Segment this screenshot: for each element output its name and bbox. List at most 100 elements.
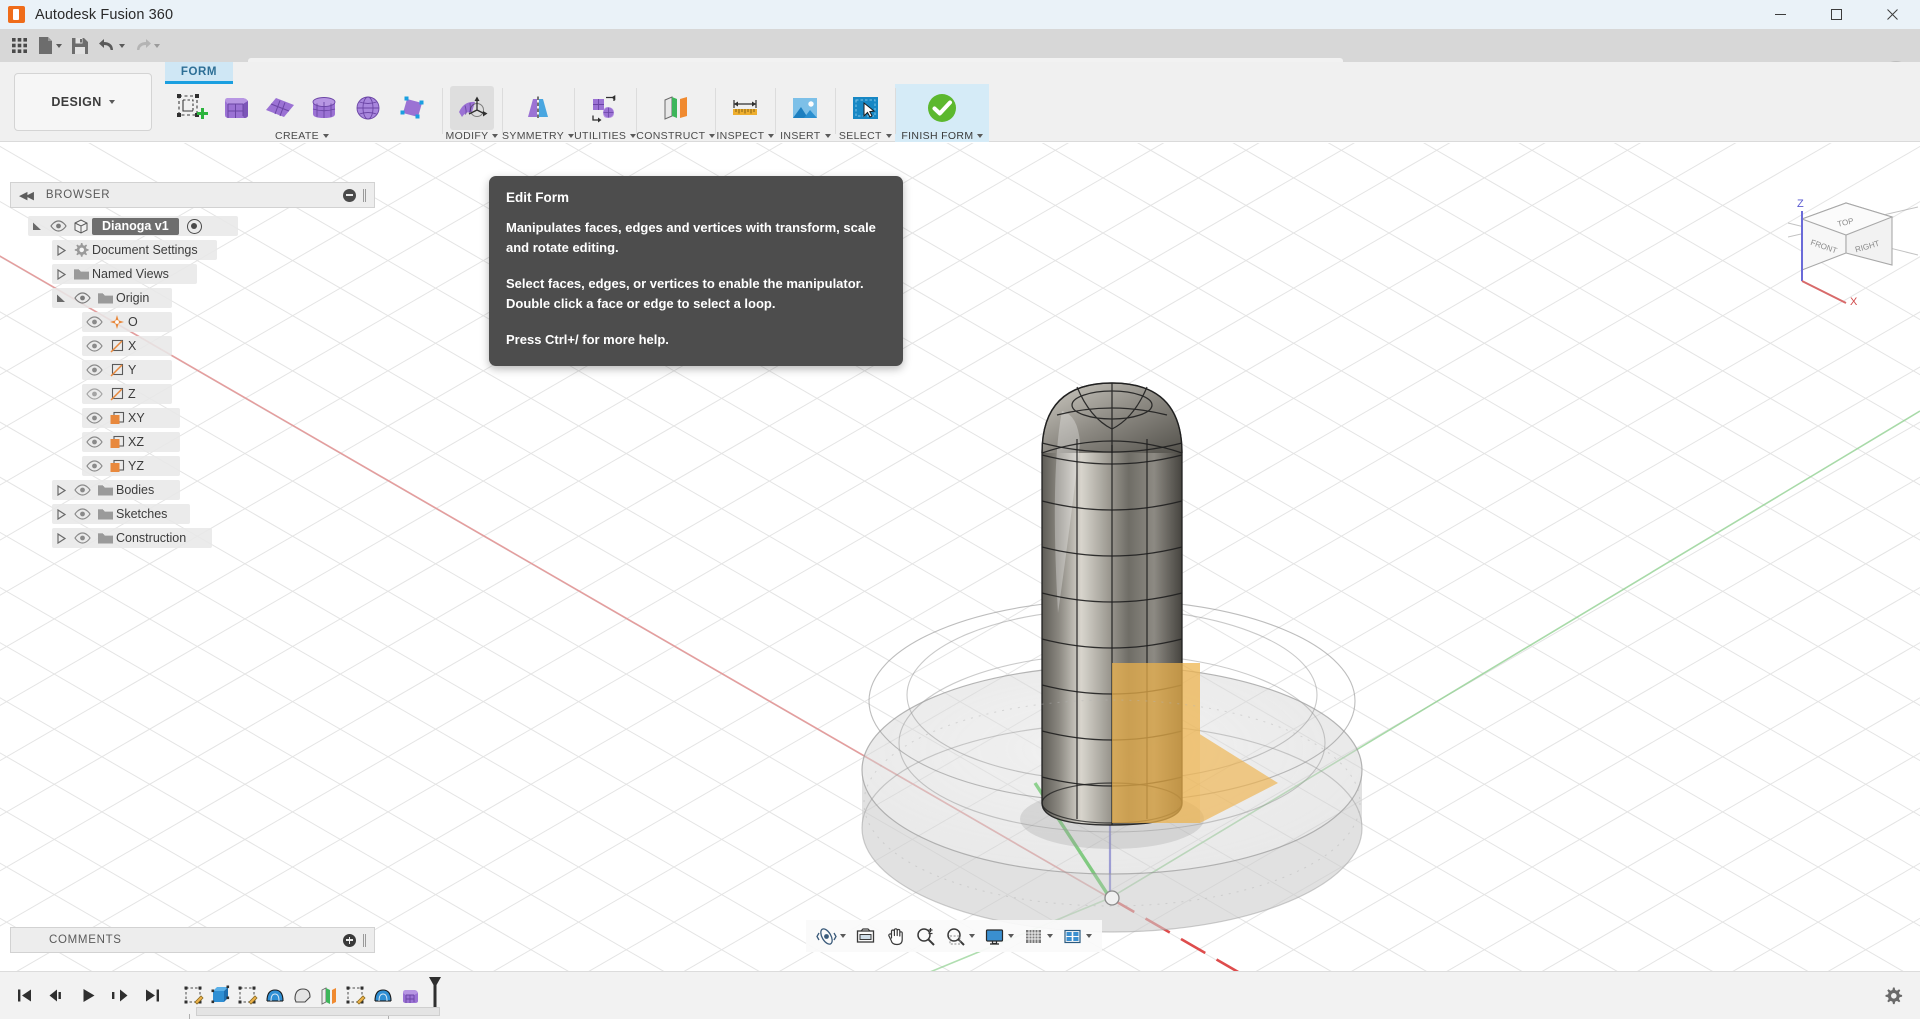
step-forward-button[interactable]: [106, 982, 134, 1010]
tree-item-origin[interactable]: Origin: [14, 286, 374, 310]
twist-closed-icon[interactable]: [52, 508, 70, 520]
redo-button[interactable]: [130, 32, 163, 59]
create-form-button[interactable]: [170, 86, 214, 130]
ribbon-group-label-finish-form[interactable]: FINISH FORM: [901, 130, 984, 142]
grid-snaps-button[interactable]: [1019, 922, 1057, 950]
tree-item-root-label: Dianoga v1: [92, 217, 179, 235]
tree-item-axis-y[interactable]: Y: [14, 358, 374, 382]
collapse-left-icon[interactable]: ◀◀: [19, 189, 34, 202]
plane-button[interactable]: [258, 86, 302, 130]
visibility-eye-icon[interactable]: [82, 388, 106, 400]
maximize-button[interactable]: [1808, 0, 1864, 29]
ribbon-group-label-create[interactable]: CREATE: [275, 130, 329, 142]
origin-point-marker: [1104, 890, 1120, 906]
construct-button[interactable]: [654, 86, 698, 130]
quadball-button[interactable]: [390, 86, 434, 130]
view-cube[interactable]: TOP FRONT RIGHT Z X: [1788, 185, 1918, 307]
file-menu-button[interactable]: [34, 32, 65, 59]
zoom-button[interactable]: [911, 922, 940, 950]
tree-item-bodies[interactable]: Bodies: [14, 478, 374, 502]
tree-item-origin-point[interactable]: O: [14, 310, 374, 334]
tree-item-root[interactable]: Dianoga v1: [14, 214, 374, 238]
plus-circle-icon[interactable]: [343, 933, 356, 947]
utilities-button[interactable]: [583, 86, 627, 130]
close-button[interactable]: [1864, 0, 1920, 29]
twist-closed-icon[interactable]: [52, 532, 70, 544]
box-button[interactable]: [214, 86, 258, 130]
timeline-feature-sketch-2[interactable]: [234, 981, 261, 1011]
visibility-eye-icon[interactable]: [82, 340, 106, 352]
panel-resize-grip[interactable]: [363, 933, 366, 947]
jump-start-button[interactable]: [10, 982, 38, 1010]
ribbon-group-label-utilities[interactable]: UTILITIES: [574, 130, 637, 142]
ribbon-group-label-construct[interactable]: CONSTRUCT: [636, 130, 716, 142]
fit-button[interactable]: [941, 922, 979, 950]
cylinder-button[interactable]: [302, 86, 346, 130]
jump-end-button[interactable]: [138, 982, 166, 1010]
sphere-button[interactable]: [346, 86, 390, 130]
tree-item-construction-label: Construction: [116, 531, 187, 545]
visibility-eye-icon[interactable]: [82, 436, 106, 448]
activate-component-radio[interactable]: [186, 218, 202, 234]
pan-hand-button[interactable]: [881, 922, 910, 950]
undo-button[interactable]: [95, 32, 128, 59]
visibility-eye-icon[interactable]: [70, 508, 94, 520]
timeline-feature-loft[interactable]: [288, 981, 315, 1011]
tree-item-axis-z[interactable]: Z: [14, 382, 374, 406]
visibility-eye-icon[interactable]: [82, 316, 106, 328]
timeline-feature-form[interactable]: [396, 981, 423, 1011]
finish-form-button[interactable]: [920, 86, 964, 130]
tree-item-document-settings[interactable]: Document Settings: [14, 238, 374, 262]
tree-item-construction[interactable]: Construction: [14, 526, 374, 550]
step-back-button[interactable]: [42, 982, 70, 1010]
minimize-button[interactable]: [1752, 0, 1808, 29]
timeline-feature-sketch-3[interactable]: [342, 981, 369, 1011]
timeline-feature-revolve-2[interactable]: [369, 981, 396, 1011]
save-button[interactable]: [67, 32, 93, 59]
timeline-feature-sketch-1[interactable]: [180, 981, 207, 1011]
twist-open-icon[interactable]: [52, 293, 70, 304]
tree-item-axis-x[interactable]: X: [14, 334, 374, 358]
symmetry-button[interactable]: [516, 86, 560, 130]
twist-open-icon[interactable]: [28, 221, 46, 232]
tab-form[interactable]: FORM: [165, 62, 233, 84]
tree-item-named-views[interactable]: Named Views: [14, 262, 374, 286]
ribbon-group-label-inspect[interactable]: INSPECT: [716, 130, 775, 142]
display-settings-button[interactable]: [980, 922, 1018, 950]
select-button[interactable]: [843, 86, 887, 130]
orbit-button[interactable]: [812, 922, 850, 950]
ribbon-group-label-select[interactable]: SELECT: [839, 130, 892, 142]
play-button[interactable]: [74, 982, 102, 1010]
measure-button[interactable]: [723, 86, 767, 130]
ribbon-group-label-insert[interactable]: INSERT: [780, 130, 831, 142]
edit-form-button[interactable]: [450, 86, 494, 130]
show-data-panel-button[interactable]: [6, 32, 32, 59]
twist-closed-icon[interactable]: [52, 484, 70, 496]
twist-closed-icon[interactable]: [52, 268, 70, 280]
visibility-eye-icon[interactable]: [70, 484, 94, 496]
timeline-settings-gear-icon[interactable]: [1880, 983, 1906, 1009]
ribbon-group-label-modify[interactable]: MODIFY: [446, 130, 499, 142]
tree-item-plane-yz[interactable]: YZ: [14, 454, 374, 478]
twist-closed-icon[interactable]: [52, 244, 70, 256]
visibility-eye-icon[interactable]: [82, 412, 106, 424]
tree-item-sketches[interactable]: Sketches: [14, 502, 374, 526]
visibility-eye-icon[interactable]: [46, 220, 70, 232]
look-at-button[interactable]: [851, 922, 880, 950]
timeline-feature-extrude[interactable]: [207, 981, 234, 1011]
ribbon-group-label-symmetry[interactable]: SYMMETRY: [502, 130, 575, 142]
tree-item-plane-xy[interactable]: XY: [14, 406, 374, 430]
visibility-eye-icon[interactable]: [70, 292, 94, 304]
timeline-feature-revolve-1[interactable]: [261, 981, 288, 1011]
minus-circle-icon[interactable]: [343, 188, 356, 202]
visibility-eye-icon[interactable]: [82, 460, 106, 472]
viewports-button[interactable]: [1058, 922, 1096, 950]
visibility-eye-icon[interactable]: [82, 364, 106, 376]
workspace-selector[interactable]: DESIGN: [14, 73, 152, 131]
tree-item-plane-xz[interactable]: XZ: [14, 430, 374, 454]
timeline-scrollbar[interactable]: [196, 1007, 440, 1016]
panel-resize-grip[interactable]: [363, 188, 366, 202]
insert-button[interactable]: [783, 86, 827, 130]
timeline-feature-construct[interactable]: [315, 981, 342, 1011]
visibility-eye-icon[interactable]: [70, 532, 94, 544]
